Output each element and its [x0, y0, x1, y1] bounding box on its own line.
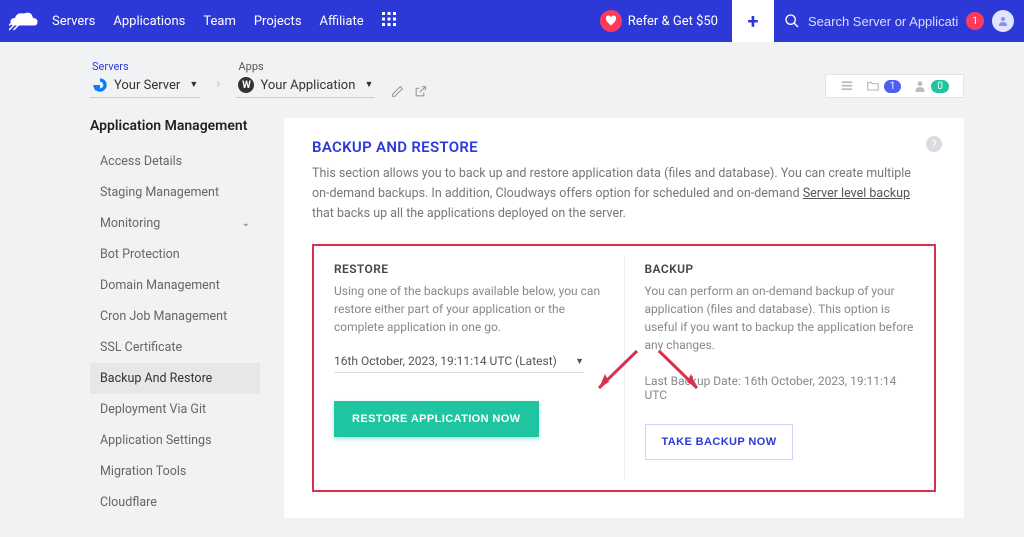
server-name: Your Server	[114, 78, 180, 93]
backup-select-value: 16th October, 2023, 19:11:14 UTC (Latest…	[334, 354, 557, 368]
last-backup-date: Last Backup Date: 16th October, 2023, 19…	[645, 374, 915, 402]
take-backup-button[interactable]: TAKE BACKUP NOW	[645, 424, 794, 460]
panels-highlight: RESTORE Using one of the backups availab…	[312, 244, 936, 492]
chevron-down-icon: ▼	[364, 79, 373, 90]
sidebar-title: Application Management	[90, 118, 260, 134]
user-badge: 0	[931, 80, 949, 93]
apps-crumb-label: Apps	[238, 60, 375, 73]
chevron-down-icon: ⌄	[242, 218, 250, 229]
sidebar-item-cron[interactable]: Cron Job Management	[90, 301, 260, 332]
sidebar-item-backup-restore[interactable]: Backup And Restore	[90, 363, 260, 394]
page-description: This section allows you to back up and r…	[312, 164, 912, 224]
apps-grid-icon[interactable]	[382, 12, 396, 30]
chevron-right-icon: ›	[216, 76, 220, 92]
servers-crumb-label: Servers	[92, 60, 200, 73]
search-area: 1	[774, 10, 1024, 32]
users-view-icon[interactable]: 0	[907, 79, 955, 93]
sidebar-item-access-details[interactable]: Access Details	[90, 146, 260, 177]
help-icon[interactable]: ?	[926, 136, 942, 152]
restore-button[interactable]: RESTORE APPLICATION NOW	[334, 401, 539, 437]
external-link-icon[interactable]	[414, 85, 427, 98]
notification-badge[interactable]: 1	[966, 12, 984, 30]
sidebar-item-ssl[interactable]: SSL Certificate	[90, 332, 260, 363]
top-navbar: Servers Applications Team Projects Affil…	[0, 0, 1024, 42]
page-title: BACKUP AND RESTORE	[312, 138, 936, 156]
restore-description: Using one of the backups available below…	[334, 282, 604, 336]
search-input[interactable]	[808, 14, 958, 29]
sidebar-item-app-settings[interactable]: Application Settings	[90, 425, 260, 456]
refer-button[interactable]: Refer & Get $50	[586, 0, 732, 42]
user-avatar[interactable]	[992, 10, 1014, 32]
sidebar-item-cloudflare[interactable]: Cloudflare	[90, 487, 260, 518]
view-toolbar: 1 0	[825, 74, 964, 98]
server-selector[interactable]: Servers Your Server ▼	[90, 60, 200, 98]
nav-affiliate[interactable]: Affiliate	[320, 14, 364, 29]
search-icon	[784, 13, 800, 29]
nav-projects[interactable]: Projects	[254, 14, 302, 29]
list-view-icon[interactable]	[834, 79, 860, 93]
breadcrumb: Servers Your Server ▼ › Apps W Your Appl…	[0, 42, 1024, 108]
wordpress-icon: W	[238, 77, 254, 93]
content-panel: ? BACKUP AND RESTORE This section allows…	[284, 118, 964, 518]
digitalocean-icon	[92, 77, 108, 93]
sidebar-item-domain[interactable]: Domain Management	[90, 270, 260, 301]
nav-servers[interactable]: Servers	[52, 14, 95, 29]
add-button[interactable]: +	[732, 0, 774, 42]
nav-team[interactable]: Team	[203, 14, 236, 29]
nav-applications[interactable]: Applications	[113, 14, 185, 29]
folder-badge: 1	[884, 80, 902, 93]
folder-view-icon[interactable]: 1	[860, 79, 908, 93]
backup-panel: BACKUP You can perform an on-demand back…	[624, 256, 935, 480]
heart-icon	[600, 10, 622, 32]
chevron-down-icon: ▼	[575, 356, 584, 367]
backup-title: BACKUP	[645, 262, 915, 276]
app-name: Your Application	[260, 78, 355, 93]
sidebar-item-monitoring[interactable]: Monitoring⌄	[90, 208, 260, 239]
backup-description: You can perform an on-demand backup of y…	[645, 282, 915, 354]
edit-icon[interactable]	[391, 85, 404, 98]
brand-logo[interactable]	[0, 10, 48, 32]
sidebar-item-bot-protection[interactable]: Bot Protection	[90, 239, 260, 270]
app-selector[interactable]: Apps W Your Application ▼	[236, 60, 375, 98]
sidebar-item-git[interactable]: Deployment Via Git	[90, 394, 260, 425]
chevron-down-icon: ▼	[189, 79, 198, 90]
nav-links: Servers Applications Team Projects Affil…	[52, 14, 364, 29]
sidebar-item-staging[interactable]: Staging Management	[90, 177, 260, 208]
restore-panel: RESTORE Using one of the backups availab…	[314, 256, 624, 480]
main-layout: Application Management Access Details St…	[0, 108, 1024, 518]
backup-select[interactable]: 16th October, 2023, 19:11:14 UTC (Latest…	[334, 350, 584, 373]
restore-title: RESTORE	[334, 262, 604, 276]
sidebar-item-migration[interactable]: Migration Tools	[90, 456, 260, 487]
sidebar: Application Management Access Details St…	[90, 118, 260, 518]
refer-label: Refer & Get $50	[628, 14, 718, 29]
server-backup-link[interactable]: Server level backup	[803, 186, 910, 201]
